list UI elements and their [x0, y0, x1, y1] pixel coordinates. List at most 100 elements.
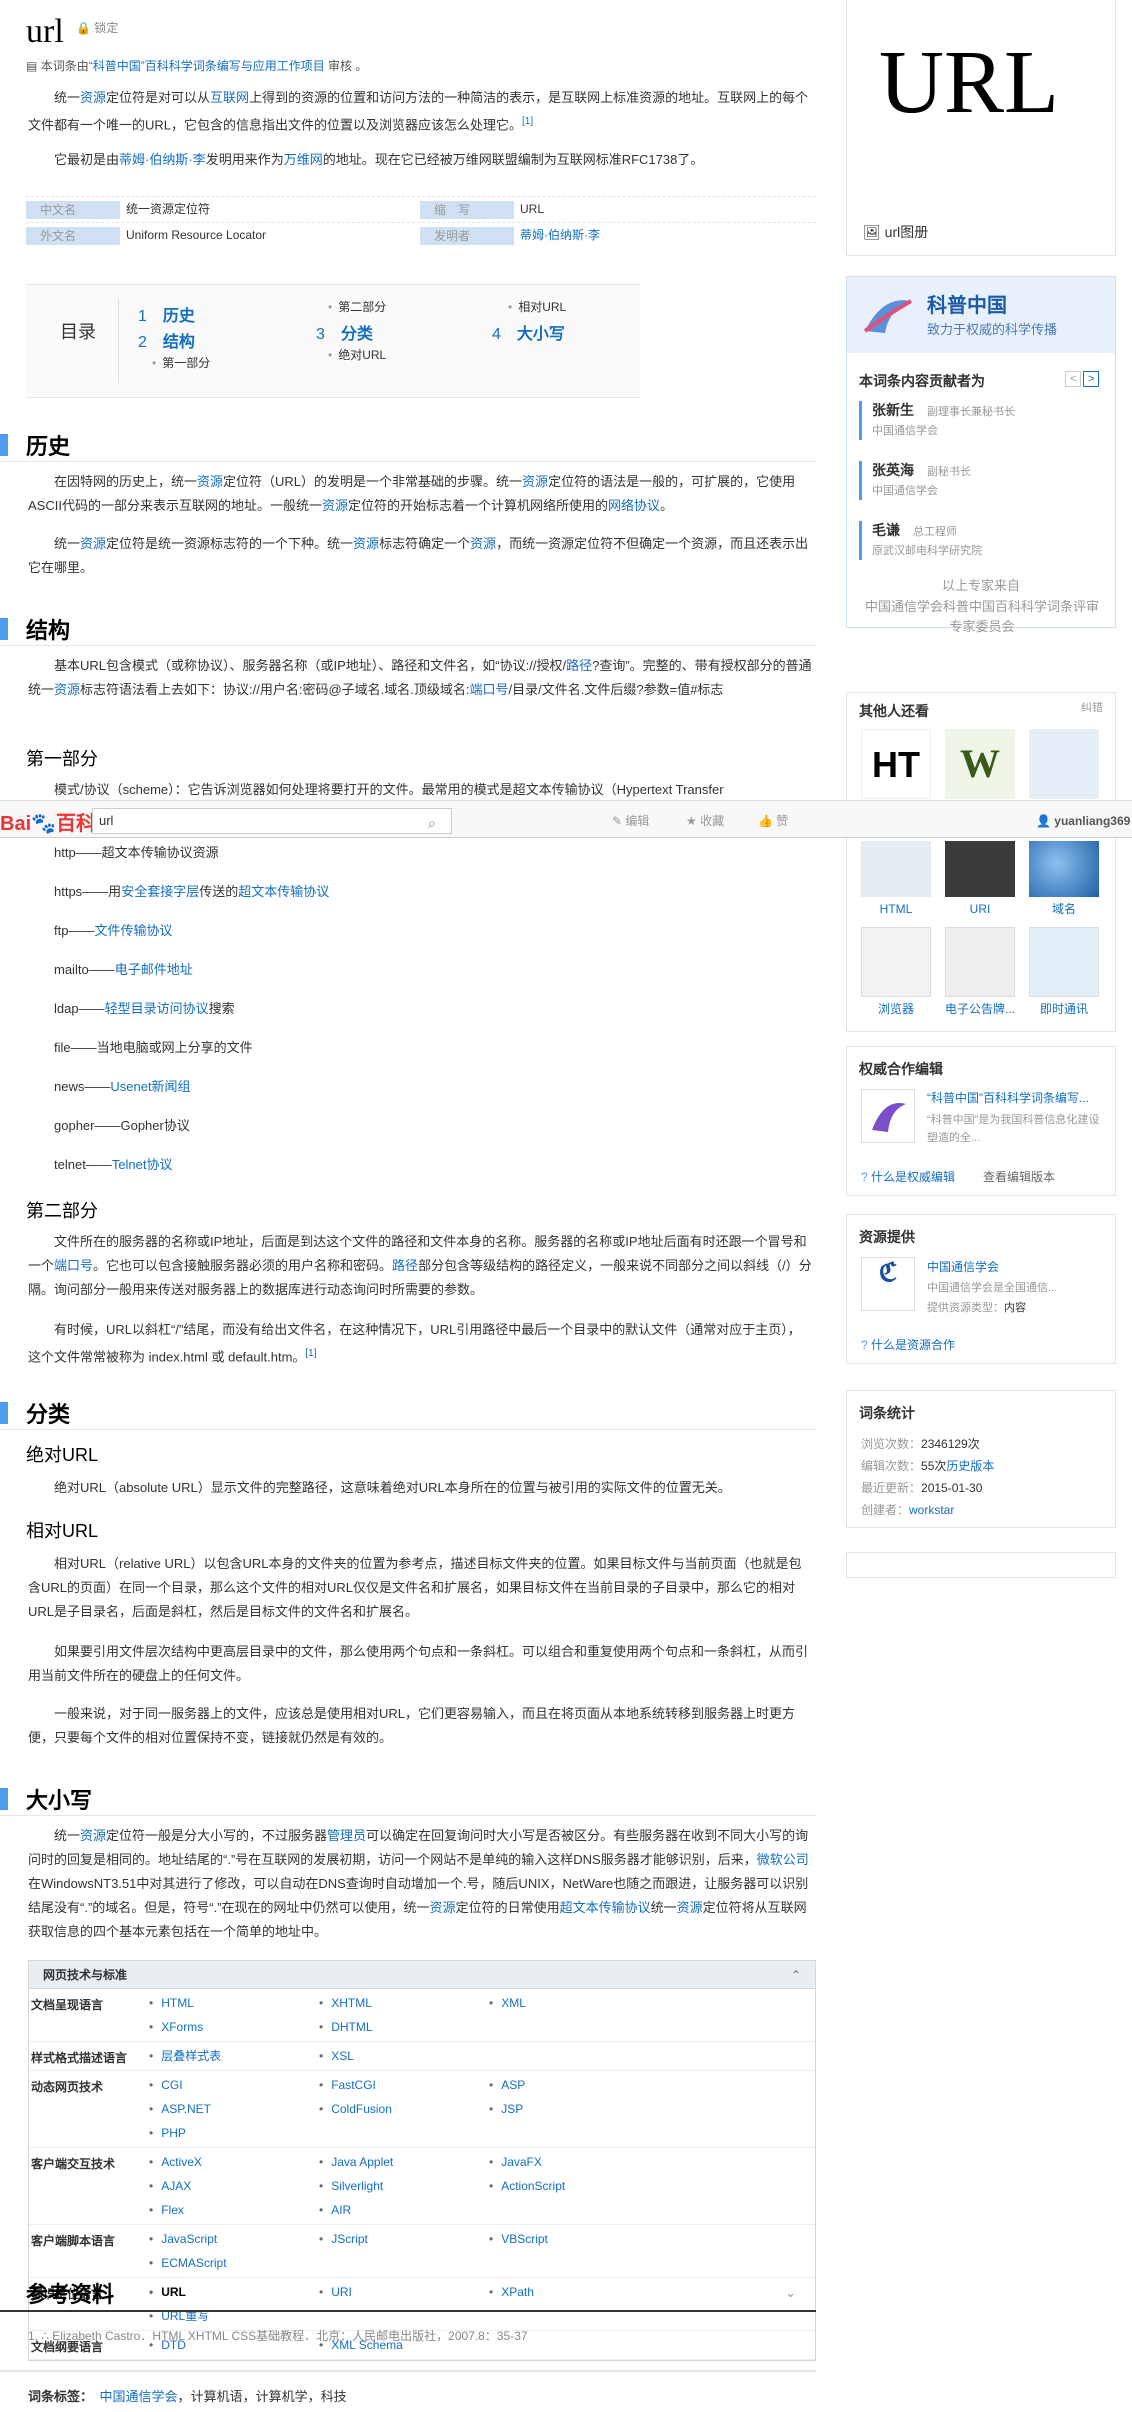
inline-link[interactable]: 资源 [677, 1900, 703, 1915]
navbox-link[interactable]: 层叠样式表 [139, 2044, 309, 2068]
toc-sub-absolute[interactable]: 绝对URL [328, 345, 386, 366]
thumb-uri[interactable]: W [945, 729, 1015, 799]
navbox-link[interactable]: CGI [139, 2073, 309, 2097]
tag-item[interactable]: 计算机学 [256, 2389, 308, 2404]
inline-link[interactable]: 资源 [80, 1828, 106, 1843]
inline-link[interactable]: 资源 [80, 90, 106, 105]
navbox-link[interactable]: ECMAScript [139, 2251, 309, 2275]
inline-link[interactable]: 路径 [392, 1258, 418, 1273]
inline-link[interactable]: 蒂姆·伯纳斯·李 [119, 152, 206, 167]
also-item-label[interactable]: 域名 [1029, 899, 1099, 920]
history-version-link[interactable]: 历史版本 [946, 1459, 994, 1473]
favorite-button[interactable]: ★ 收藏 [686, 811, 724, 832]
navbox-link[interactable]: JSP [479, 2097, 649, 2121]
inline-link[interactable]: 微软公司 [757, 1852, 809, 1867]
expert-item[interactable]: 毛谦 总工程师 原武汉邮电科学研究院 [859, 521, 982, 560]
also-item-label[interactable]: URI [945, 899, 1015, 920]
toc-sub-relative[interactable]: 相对URL [508, 297, 566, 318]
chevron-down-icon[interactable]: ⌄ [785, 2282, 796, 2305]
inline-link[interactable]: 资源 [430, 1900, 456, 1915]
tag-item[interactable]: 科技 [321, 2389, 347, 2404]
navbox-link[interactable]: Silverlight [309, 2174, 479, 2198]
reference-item[interactable]: 1. ∴ Elizabeth Castro．HTML XHTML CSS基础教程… [28, 2326, 528, 2347]
like-button[interactable]: 👍 赞 [758, 811, 788, 832]
report-error-link[interactable]: 纠错 [1081, 699, 1103, 718]
navbox-link[interactable]: ActiveX [139, 2150, 309, 2174]
navbox-link[interactable]: HTML [139, 1991, 309, 2015]
inline-link[interactable]: 路径 [566, 658, 592, 673]
resource-logo[interactable]: ℭ [861, 1257, 915, 1311]
inline-link[interactable]: 资源 [54, 682, 80, 697]
navbox-link[interactable]: AIR [309, 2198, 479, 2222]
list-item: http——超文本传输协议资源 [54, 845, 219, 860]
toc-item-history[interactable]: 1 历史 [138, 303, 195, 331]
globe-icon[interactable] [1029, 841, 1099, 897]
expert-item[interactable]: 张英海 副秘书长 中国通信学会 [859, 461, 971, 500]
navbox-link[interactable]: JavaFX [479, 2150, 649, 2174]
navbox-link[interactable]: XHTML [309, 1991, 479, 2015]
summary-image-card[interactable]: URL 🖼 url图册 [846, 0, 1116, 256]
navbox-link[interactable]: FastCGI [309, 2073, 479, 2097]
also-item-label[interactable]: 浏览器 [861, 999, 931, 1020]
inline-link[interactable]: 资源 [322, 498, 348, 513]
thumb-domain[interactable] [1029, 729, 1099, 799]
baike-logo[interactable]: Bai🐾百科 [0, 807, 96, 842]
also-item-label[interactable]: 电子公告牌... [937, 999, 1023, 1020]
also-item-label[interactable]: HTML [861, 899, 931, 920]
navbox-link[interactable]: PHP [139, 2121, 309, 2145]
tag-item[interactable]: 计算机语 [191, 2389, 243, 2404]
navbox-link[interactable]: AJAX [139, 2174, 309, 2198]
inline-link[interactable]: 资源 [470, 536, 496, 551]
expert-item[interactable]: 张新生 副理事长兼秘书长 中国通信学会 [859, 401, 1015, 440]
inline-link[interactable]: 资源 [522, 474, 548, 489]
resource-help-link[interactable]: ? 什么是资源合作 [861, 1335, 955, 1356]
navbox-link[interactable]: ActionScript [479, 2174, 649, 2198]
navbox-link[interactable]: VBScript [479, 2227, 649, 2251]
resource-link[interactable]: 中国通信学会 [927, 1257, 999, 1278]
audit-link[interactable]: “科普中国”百科科学词条编写与应用工作项目 [89, 59, 325, 73]
also-item-label[interactable]: 即时通讯 [1029, 999, 1099, 1020]
inline-link[interactable]: 资源 [80, 536, 106, 551]
inline-link[interactable]: 管理员 [327, 1828, 366, 1843]
edit-button[interactable]: ✎ 编辑 [612, 811, 649, 832]
citation-ref[interactable]: [1] [522, 116, 533, 127]
citation-ref[interactable]: [1] [305, 1348, 316, 1359]
search-icon[interactable]: ⌕ [428, 811, 436, 836]
toc-sub-part1[interactable]: 第一部分 [152, 353, 210, 374]
tag-item[interactable]: 中国通信学会 [100, 2389, 178, 2404]
inline-link[interactable]: 超文本传输协议 [560, 1900, 651, 1915]
creator-link[interactable]: workstar [909, 1503, 954, 1517]
sticky-top-bar: Bai🐾百科 url ⌕ ✎ 编辑 ★ 收藏 👍 赞 👤 yuanliang36… [0, 800, 1132, 838]
inline-link[interactable]: 端口号 [470, 682, 509, 697]
toc-sub-part2[interactable]: 第二部分 [328, 297, 386, 318]
user-menu[interactable]: 👤 yuanliang369 [1036, 811, 1130, 832]
inline-link[interactable]: 万维网 [284, 152, 323, 167]
authority-logo[interactable] [861, 1089, 915, 1143]
inline-link[interactable]: 资源 [353, 536, 379, 551]
inline-link[interactable]: 互联网 [210, 90, 249, 105]
inline-link[interactable]: 资源 [197, 474, 223, 489]
toc-item-case[interactable]: 4 大小写 [492, 321, 565, 349]
navbox-link[interactable]: ColdFusion [309, 2097, 479, 2121]
navbox-link[interactable]: XML [479, 1991, 649, 2015]
thumb-html[interactable]: HT [861, 729, 931, 799]
next-button[interactable]: > [1083, 371, 1100, 387]
inline-link[interactable]: 端口号 [54, 1258, 93, 1273]
authority-help-link[interactable]: ? 什么是权威编辑 [861, 1167, 955, 1188]
navbox-link[interactable]: JScript [309, 2227, 479, 2251]
navbox-link[interactable]: Java Applet [309, 2150, 479, 2174]
navbox-link[interactable]: Flex [139, 2198, 309, 2222]
navbox-link[interactable]: ASP [479, 2073, 649, 2097]
navbox-link[interactable]: ASP.NET [139, 2097, 309, 2121]
inline-link[interactable]: 网络协议 [608, 498, 660, 513]
edit-version-link[interactable]: 查看编辑版本 [983, 1167, 1055, 1188]
prev-button[interactable]: < [1065, 371, 1082, 387]
navbox-link[interactable]: XForms [139, 2015, 309, 2039]
collapse-icon[interactable]: ⌃ [791, 1961, 801, 1989]
album-link[interactable]: 🖼 url图册 [863, 220, 928, 245]
authority-link[interactable]: “科普中国”百科科学词条编写... [927, 1089, 1107, 1107]
search-input[interactable]: url [92, 808, 452, 834]
navbox-link[interactable]: JavaScript [139, 2227, 309, 2251]
navbox-link[interactable]: DHTML [309, 2015, 479, 2039]
navbox-link[interactable]: XSL [309, 2044, 479, 2068]
